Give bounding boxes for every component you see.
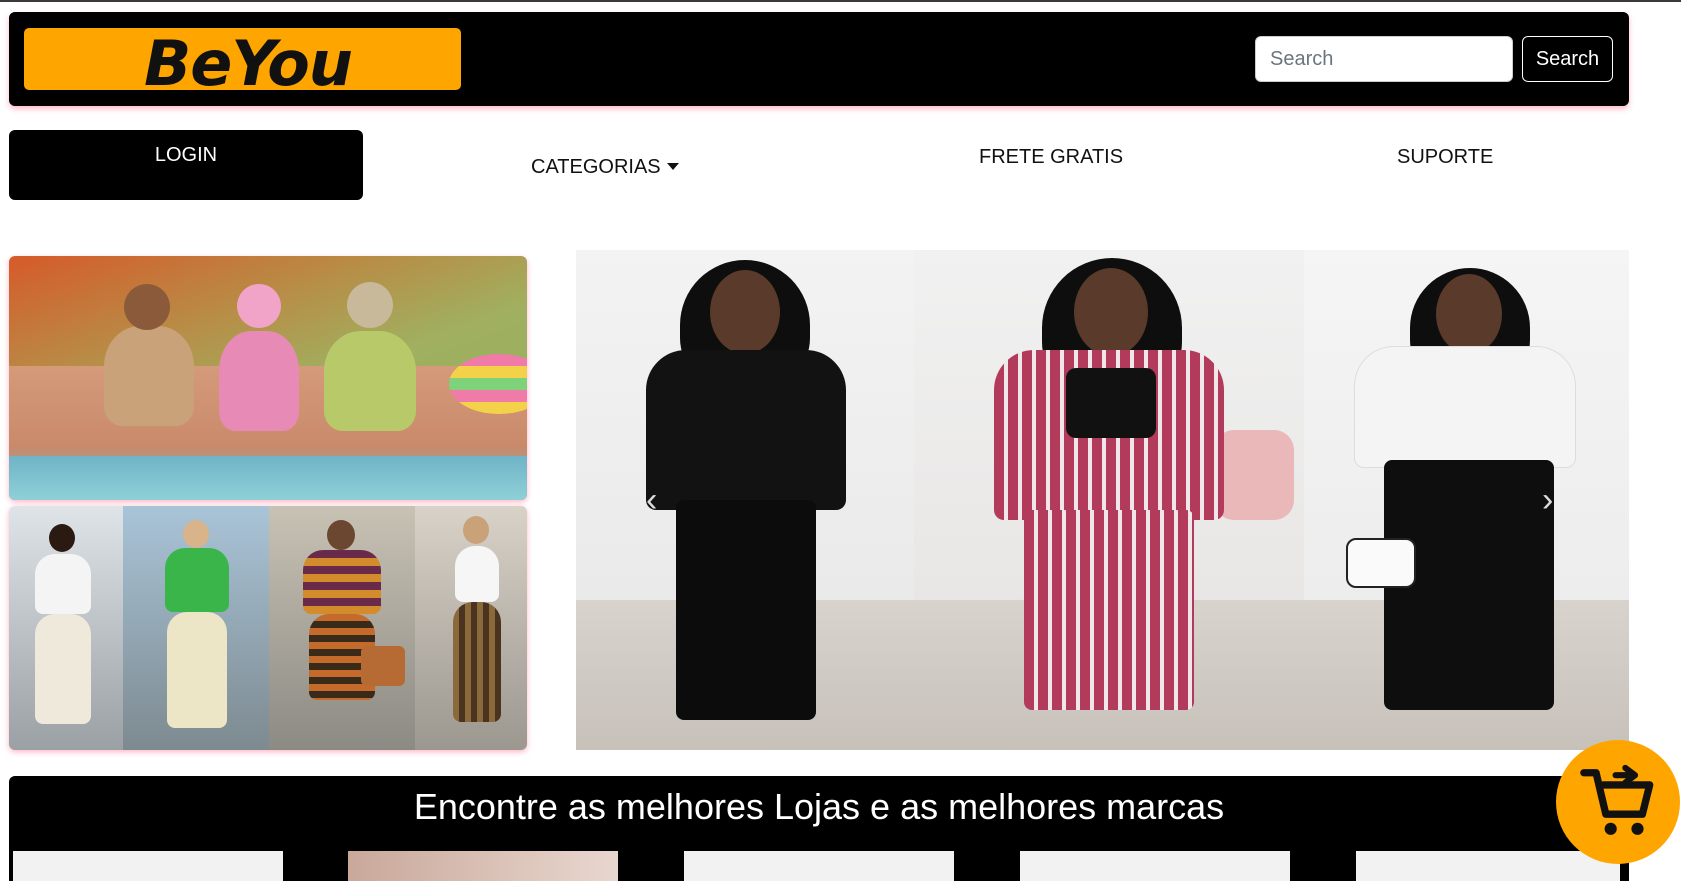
nav-free-shipping[interactable]: FRETE GRATIS [979, 146, 1123, 169]
street-photo [9, 506, 123, 750]
logo[interactable]: BeYou [24, 28, 461, 96]
kid-head [237, 284, 281, 328]
logo-text: BeYou [144, 27, 353, 100]
kid-figure [219, 331, 299, 431]
person-top [303, 550, 381, 614]
carousel-slide: ‹ [576, 250, 914, 750]
kids-collection-image[interactable] [9, 256, 527, 500]
search-input[interactable] [1255, 36, 1513, 82]
kid-head [124, 284, 170, 330]
model-white-shirt [1354, 346, 1576, 468]
pool-water [9, 456, 527, 500]
carousel-slide [914, 250, 1304, 750]
person-top [35, 554, 91, 614]
carousel-slide: › [1304, 250, 1629, 750]
street-photo [415, 506, 527, 750]
kid-figure [324, 331, 416, 431]
model-head [1074, 268, 1148, 356]
site-header: BeYou Search [9, 12, 1629, 106]
login-label: LOGIN [154, 144, 218, 166]
chevron-left-icon[interactable]: ‹ [646, 482, 666, 518]
add-to-cart-icon [1580, 764, 1654, 835]
login-button[interactable]: LOGIN [9, 130, 363, 200]
person-top [455, 546, 499, 602]
pink-chair [1214, 430, 1294, 520]
person-head [463, 516, 489, 544]
kid-head [347, 282, 393, 328]
store-card[interactable] [1356, 851, 1620, 881]
person-pants [453, 602, 501, 722]
model-pants [676, 500, 816, 720]
model-striped-pants [1024, 510, 1194, 710]
cart-button[interactable] [1556, 740, 1680, 864]
categories-label: CATEGORIAS [531, 156, 661, 178]
store-card[interactable] [348, 851, 618, 881]
banner-title: Encontre as melhores Lojas e as melhores… [413, 786, 1225, 827]
model-head [710, 270, 780, 354]
kid-figure [104, 326, 194, 426]
store-card[interactable] [13, 851, 283, 881]
chevron-right-icon[interactable]: › [1542, 482, 1562, 518]
street-style-image[interactable] [9, 506, 527, 750]
nav-support[interactable]: SUPORTE [1397, 146, 1493, 169]
categories-dropdown[interactable]: CATEGORIAS [531, 156, 679, 179]
street-photo [269, 506, 415, 750]
model-head [1436, 274, 1502, 354]
search-button[interactable]: Search [1522, 36, 1613, 82]
street-photo [123, 506, 269, 750]
stores-banner: Encontre as melhores Lojas e as melhores… [9, 776, 1629, 881]
caret-down-icon [666, 163, 679, 170]
handbag [1346, 538, 1416, 588]
store-card[interactable] [1020, 851, 1290, 881]
person-head [49, 524, 75, 552]
handbag [361, 646, 405, 686]
product-carousel[interactable]: ‹ › [576, 250, 1629, 750]
top-border [0, 0, 1681, 2]
person-pants [167, 612, 227, 728]
person-head [183, 520, 209, 548]
person-top [165, 548, 229, 612]
store-card[interactable] [684, 851, 954, 881]
person-skirt [35, 614, 91, 724]
model-blazer [646, 350, 846, 510]
model-top [1066, 368, 1156, 438]
person-head [327, 520, 355, 550]
